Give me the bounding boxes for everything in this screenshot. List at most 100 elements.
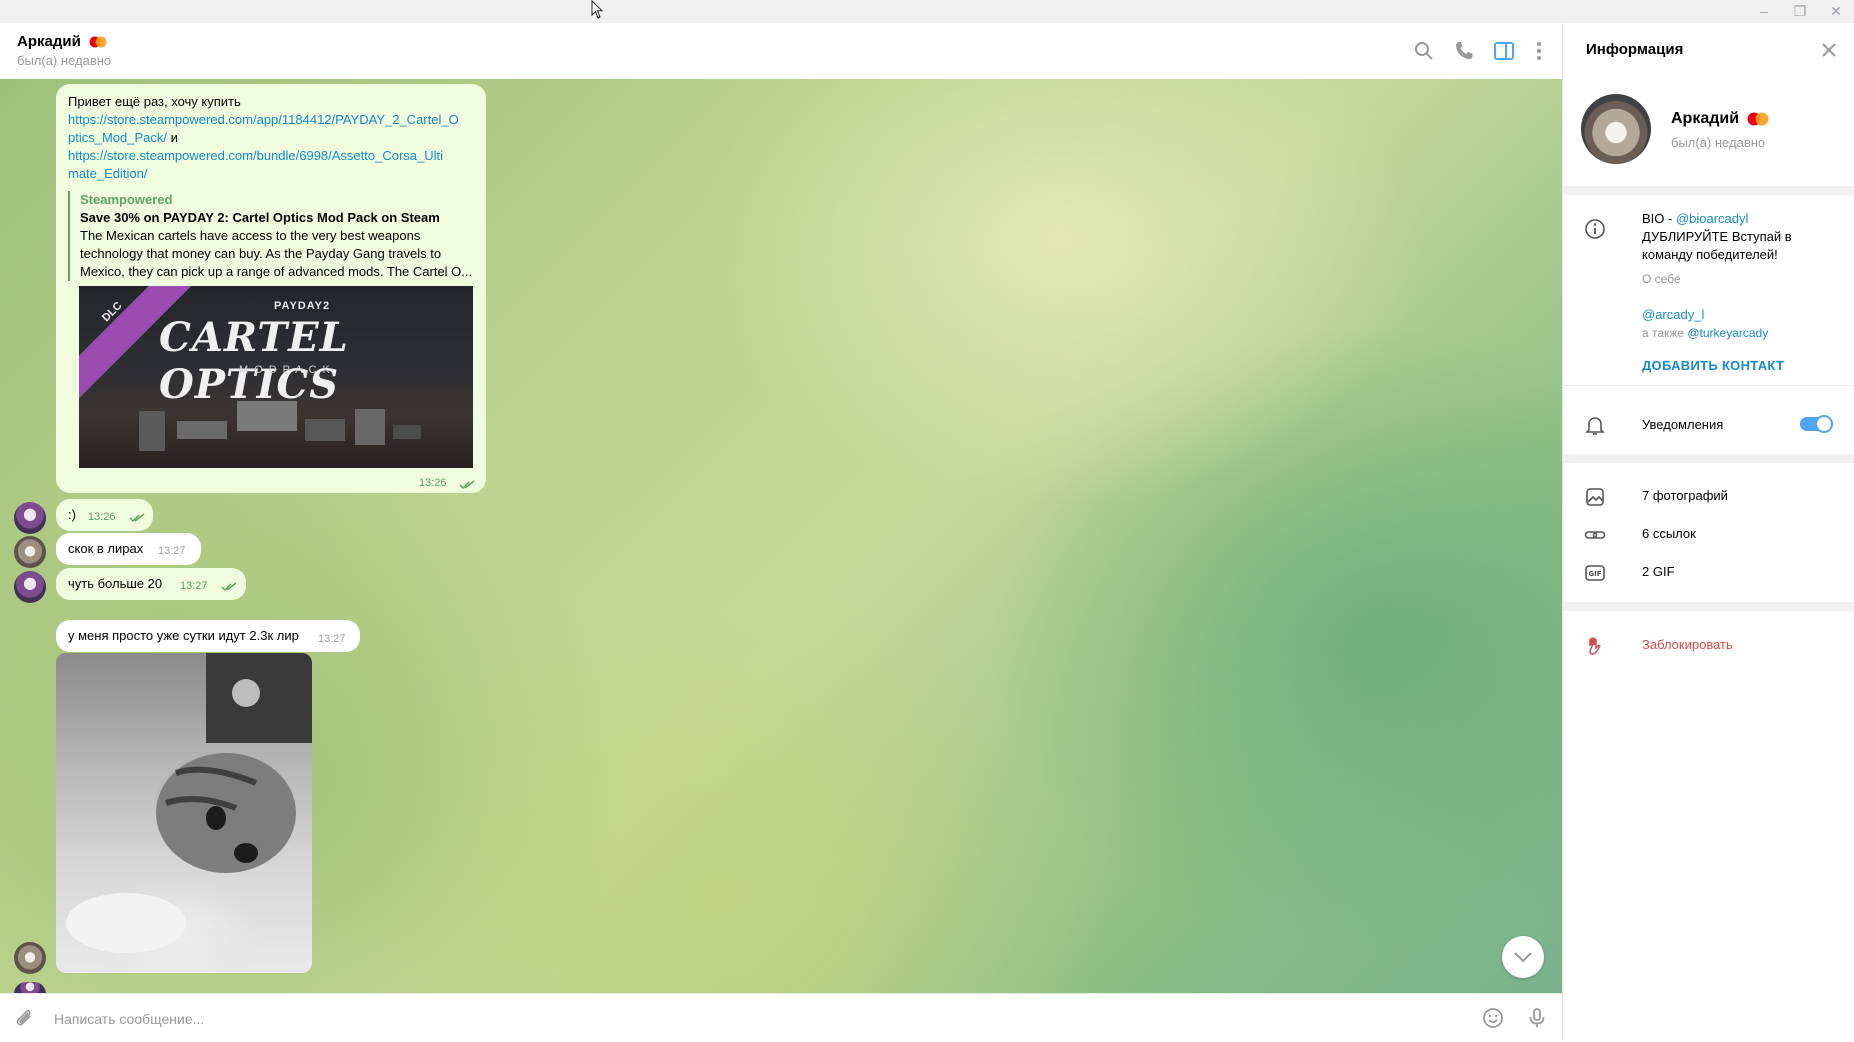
preview-title: Save 30% on PAYDAY 2: Cartel Optics Mod … xyxy=(80,210,440,225)
section-divider xyxy=(1563,385,1854,386)
photo-icon xyxy=(1586,488,1604,506)
preview-description-1: The Mexican cartels have access to the v… xyxy=(80,228,421,243)
search-icon[interactable] xyxy=(1412,39,1436,63)
preview-site-name: Steampowered xyxy=(80,192,173,207)
link-preview[interactable]: Steampowered Save 30% on PAYDAY 2: Carte… xyxy=(68,191,476,281)
bio-text: BIO - @bioarcadyl ДУБЛИРУЙТЕ Вступай в к… xyxy=(1642,210,1792,264)
message-input[interactable] xyxy=(52,1007,1436,1031)
block-hand-icon xyxy=(1589,637,1601,655)
info-panel: Информация Аркадий был(а) недавно BIO - … xyxy=(1562,23,1854,1041)
gif-icon: GIF xyxy=(1585,565,1605,581)
scroll-down-button[interactable] xyxy=(1502,936,1544,978)
mastercard-badge-icon xyxy=(89,36,107,48)
also-handle-link[interactable]: @turkeyarcady xyxy=(1687,326,1768,340)
phone-icon[interactable] xyxy=(1452,39,1476,63)
sidebar-toggle-icon[interactable] xyxy=(1492,39,1516,63)
more-menu-icon[interactable] xyxy=(1527,39,1551,63)
minimize-button[interactable]: – xyxy=(1746,0,1782,23)
read-checkmarks-icon xyxy=(221,582,237,592)
window-close-button[interactable]: ✕ xyxy=(1818,0,1854,23)
media-photos-row[interactable]: 7 фотографий xyxy=(1642,487,1842,505)
block-user-button[interactable]: Заблокировать xyxy=(1642,637,1733,652)
preview-logo-sub: MODPACK xyxy=(239,364,336,376)
message-text: скок в лирах xyxy=(68,541,144,556)
chat-title[interactable]: Аркадий xyxy=(17,33,107,50)
bio-handle-link[interactable]: @bioarcadyl xyxy=(1676,211,1748,226)
bio-caption: О себе xyxy=(1642,272,1681,286)
toggle-knob xyxy=(1815,415,1833,433)
read-checkmarks-icon xyxy=(459,480,475,490)
profile-avatar[interactable] xyxy=(1581,94,1651,164)
bio-line: команду победителей! xyxy=(1642,247,1778,262)
message-composer[interactable] xyxy=(0,993,1562,1042)
profile-name-text: Аркадий xyxy=(1671,110,1740,127)
attach-icon[interactable] xyxy=(12,1006,36,1030)
steam-link-2[interactable]: https://store.steampowered.com/bundle/69… xyxy=(68,148,443,163)
notifications-toggle[interactable] xyxy=(1800,415,1833,433)
message-line: Привет ещё раз, хочу купить xyxy=(68,94,241,109)
info-icon xyxy=(1585,219,1605,239)
chevron-down-icon xyxy=(1514,952,1532,963)
bell-icon xyxy=(1585,417,1605,435)
message-text: Привет ещё раз, хочу купить https://stor… xyxy=(68,93,480,183)
cat-photo-graphic xyxy=(66,653,312,953)
username-link[interactable]: @arcady_l xyxy=(1642,307,1704,322)
also-prefix: а также xyxy=(1642,326,1688,340)
message-bubble-outgoing[interactable]: :) 13:26 xyxy=(56,499,153,531)
weapon-parts-graphic xyxy=(139,401,421,451)
preview-image[interactable]: DLC PAYDAY2 CARTEL OPTICS MODPACK xyxy=(79,286,473,468)
link-icon xyxy=(1584,531,1606,539)
media-links-row[interactable]: 6 ссылок xyxy=(1642,525,1842,543)
cat-photo[interactable] xyxy=(56,653,312,973)
avatar[interactable] xyxy=(14,502,46,534)
microphone-icon[interactable] xyxy=(1525,1006,1549,1030)
message-time: 13:27 xyxy=(158,545,186,557)
chat-history[interactable]: Привет ещё раз, хочу купить https://stor… xyxy=(0,79,1562,993)
svg-text:GIF: GIF xyxy=(1588,570,1601,578)
info-panel-title: Информация xyxy=(1586,41,1684,58)
section-divider xyxy=(1563,186,1854,195)
chat-header[interactable]: Аркадий был(а) недавно xyxy=(0,23,1562,80)
avatar[interactable] xyxy=(14,536,46,568)
message-text: чуть больше 20 xyxy=(68,576,163,591)
steam-link-1-cont[interactable]: ptics_Mod_Pack/ xyxy=(68,130,167,145)
avatar[interactable] xyxy=(14,571,46,603)
title-bar: – ❐ ✕ xyxy=(0,0,1854,23)
preview-description-3: Mexico, they can pick up a range of adva… xyxy=(80,264,473,279)
message-text: у меня просто уже сутки идут 2.3к лир xyxy=(68,628,299,643)
message-bubble-outgoing[interactable]: чуть больше 20 13:27 xyxy=(56,568,246,600)
message-time: 13:26 xyxy=(419,477,447,489)
message-time: 13:27 xyxy=(180,580,208,592)
also-usernames: а также @turkeyarcady xyxy=(1642,326,1768,340)
maximize-button[interactable]: ❐ xyxy=(1782,0,1818,23)
avatar[interactable] xyxy=(14,942,46,974)
message-time: 13:26 xyxy=(88,511,116,523)
message-text: :) xyxy=(68,507,76,522)
steam-link-1[interactable]: https://store.steampowered.com/app/11844… xyxy=(68,112,459,127)
add-contact-button[interactable]: ДОБАВИТЬ КОНТАКТ xyxy=(1642,358,1784,373)
bio-prefix: BIO - xyxy=(1642,211,1676,226)
bio-line: ДУБЛИРУЙТЕ Вступай в xyxy=(1642,229,1792,244)
avatar[interactable] xyxy=(14,982,46,993)
message-bubble-incoming[interactable]: скок в лирах 13:27 xyxy=(56,533,201,565)
and-word: и xyxy=(167,130,178,145)
read-checkmarks-icon xyxy=(129,513,145,523)
mouse-cursor-icon xyxy=(591,0,604,19)
message-time: 13:27 xyxy=(318,633,346,645)
close-icon[interactable] xyxy=(1819,40,1839,60)
preview-logo-top: PAYDAY2 xyxy=(274,300,331,312)
username: @arcady_l xyxy=(1642,306,1704,324)
message-bubble-incoming[interactable]: у меня просто уже сутки идут 2.3к лир 13… xyxy=(56,620,360,652)
preview-description-2: technology that money can buy. As the Pa… xyxy=(80,246,442,261)
mastercard-badge-icon xyxy=(1747,112,1769,126)
emoji-icon[interactable] xyxy=(1481,1006,1505,1030)
chat-status: был(а) недавно xyxy=(17,53,112,68)
chat-name-text: Аркадий xyxy=(17,33,81,50)
steam-link-2-cont[interactable]: mate_Edition/ xyxy=(68,166,148,181)
section-divider xyxy=(1563,602,1854,611)
notifications-label: Уведомления xyxy=(1642,417,1724,432)
media-gif-row[interactable]: 2 GIF xyxy=(1642,563,1842,581)
profile-name: Аркадий xyxy=(1671,110,1769,128)
section-divider xyxy=(1563,454,1854,463)
profile-status: был(а) недавно xyxy=(1671,135,1766,150)
